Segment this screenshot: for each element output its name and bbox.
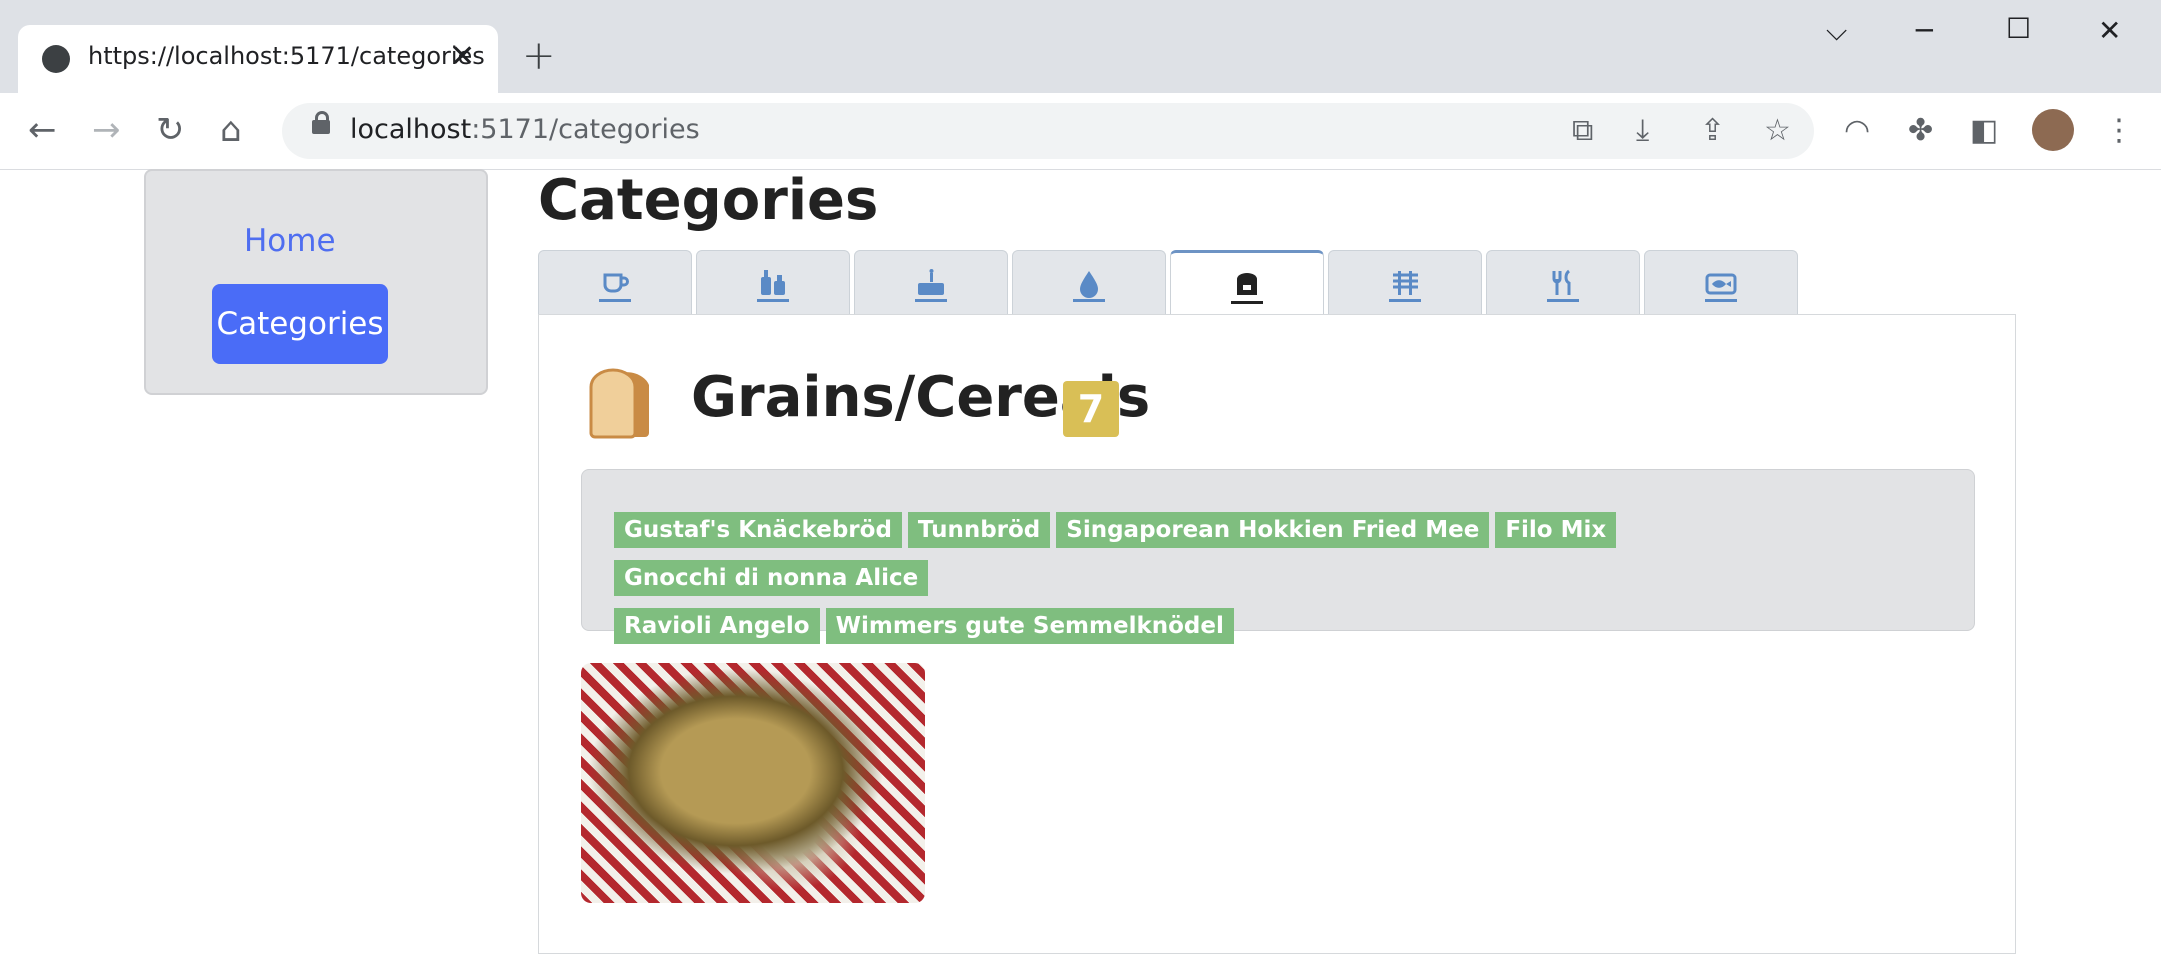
minimize-icon[interactable]: ─ [1916,14,1933,47]
bread-icon [1231,273,1263,304]
tab-condiments[interactable] [696,250,850,314]
nav-categories-button[interactable]: Categories [212,284,388,364]
product-chip[interactable]: Gustaf's Knäckebröd [614,512,902,548]
home-icon[interactable]: ⌂ [220,110,242,150]
tab-confections[interactable] [854,250,1008,314]
product-chip[interactable]: Tunnbröd [907,512,1051,548]
tab-grains[interactable] [1170,250,1324,316]
bread-emoji [589,368,649,439]
tab-search-icon[interactable]: ⌵ [1826,14,1847,48]
tab-produce[interactable] [1486,250,1640,314]
globe-icon [42,45,70,73]
tab-seafood[interactable] [1644,250,1798,314]
product-list: Gustaf's Knäckebröd Tunnbröd Singaporean H… [581,469,1975,644]
side-panel-icon[interactable]: ◧ [1970,114,1998,148]
browser-tab[interactable]: https://localhost:5171/categories ✕ [18,25,498,93]
bookmark-star-icon[interactable]: ☆ [1764,114,1791,148]
nav-home-link[interactable]: Home [244,223,336,259]
cake-icon [915,269,947,302]
url-text: localhost:5171/categories [350,114,700,145]
bottles-icon [757,270,789,302]
tab-meat[interactable] [1328,250,1482,314]
new-tab-icon[interactable]: + [522,36,556,76]
fish-icon [1705,273,1737,302]
utensils-icon [1547,269,1579,302]
product-chip[interactable]: Wimmers gute Semmelknödel [825,608,1234,644]
tab-beverages[interactable] [538,250,692,314]
share-icon[interactable]: ⇪ [1700,114,1725,148]
close-tab-icon[interactable]: ✕ [450,39,475,74]
forward-icon[interactable]: → [92,110,121,150]
sidebar: Home Categories [144,169,488,395]
product-chip[interactable]: Ravioli Angelo [614,608,820,644]
reload-icon[interactable]: ↻ [156,110,185,150]
install-icon[interactable]: ⤓ [1636,114,1649,148]
droplet-icon [1073,271,1105,302]
maximize-icon[interactable]: ☐ [2006,12,2031,45]
category-panel: Grains/Cereals 7 Gustaf's Knäckebröd Tunn… [538,314,2016,954]
product-count-badge: 7 [1063,381,1119,437]
profile-avatar[interactable] [2032,109,2074,151]
category-photo [581,663,925,903]
wheat-icon [1389,271,1421,302]
puzzle-icon[interactable]: ✤ [1908,114,1933,148]
extension-icon[interactable]: ◠ [1844,114,1870,148]
tab-dairy[interactable] [1012,250,1166,314]
product-chip[interactable]: Gnocchi di nonna Alice [614,560,929,596]
product-chip[interactable]: Filo Mix [1495,512,1617,548]
lock-icon [312,111,330,134]
menu-icon[interactable]: ⋮ [2104,114,2134,148]
back-icon[interactable]: ← [28,110,57,150]
page-title: Categories [538,168,879,233]
open-in-app-icon[interactable]: ⧉ [1572,114,1593,148]
tab-title: https://localhost:5171/categories [88,42,485,70]
close-window-icon[interactable]: ✕ [2098,14,2121,47]
coffee-cup-icon [599,273,631,302]
product-chip[interactable]: Singaporean Hokkien Fried Mee [1056,512,1490,548]
